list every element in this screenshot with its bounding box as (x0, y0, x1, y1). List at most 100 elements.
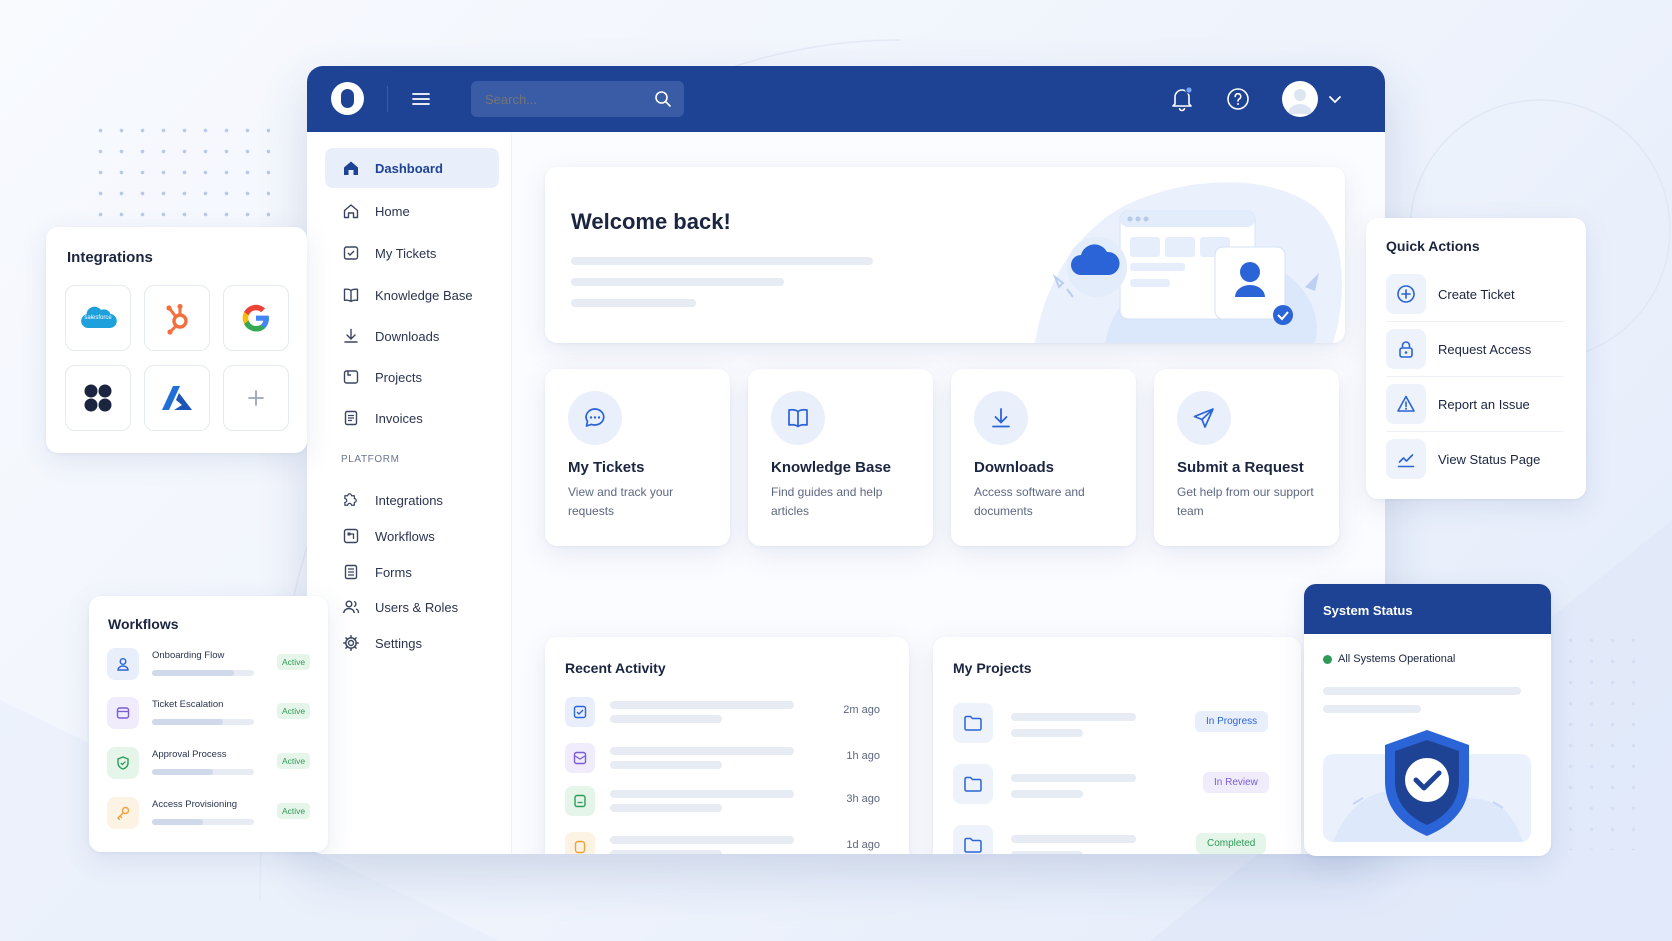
welcome-title: Welcome back! (571, 209, 731, 234)
ticket-icon (107, 697, 139, 729)
sidebar-item-settings[interactable]: Settings (325, 623, 499, 663)
user-avatar-icon[interactable] (1282, 81, 1318, 117)
workflow-row[interactable]: Ticket Escalation Active (107, 694, 312, 734)
search-input[interactable] (485, 81, 645, 117)
search-icon[interactable] (654, 90, 672, 108)
sidebar-item-my-tickets[interactable]: My Tickets (325, 233, 499, 273)
project-row[interactable]: In Progress (953, 701, 1278, 745)
system-status-card: System Status All Systems Operational (1304, 584, 1551, 856)
activity-time: 1d ago (846, 839, 880, 851)
feature-card-my-tickets[interactable]: My Tickets View and track your requests (545, 369, 730, 546)
salesforce-logo-text: salesforce (84, 315, 112, 321)
book-icon (771, 391, 825, 445)
placeholder-line (610, 761, 722, 769)
gear-icon (341, 633, 361, 653)
quick-action-label: Request Access (1438, 341, 1532, 357)
activity-row[interactable]: 1d ago (565, 828, 880, 854)
my-projects-card: My Projects In Progress In Review Comple… (933, 637, 1301, 854)
sidebar-item-label: Dashboard (375, 160, 443, 176)
sidebar-item-knowledge-base[interactable]: Knowledge Base (325, 275, 499, 315)
quick-action-view-status[interactable]: View Status Page (1386, 434, 1564, 484)
placeholder-line (610, 836, 794, 844)
sidebar-item-invoices[interactable]: Invoices (325, 398, 499, 438)
app-window: Dashboard Home My Tickets Knowledge Base… (307, 66, 1385, 854)
integration-tile-azure[interactable] (144, 365, 210, 431)
sidebar: Dashboard Home My Tickets Knowledge Base… (307, 132, 512, 854)
project-row[interactable]: In Review (953, 762, 1278, 806)
invoice-icon (341, 408, 361, 428)
form-icon (341, 562, 361, 582)
folder-icon (953, 703, 993, 743)
divider (1386, 431, 1564, 432)
workflow-progress (152, 719, 254, 725)
sidebar-item-users-roles[interactable]: Users & Roles (325, 587, 499, 627)
project-row[interactable]: Completed (953, 823, 1278, 854)
google-logo-icon (242, 304, 269, 332)
integration-tile-google[interactable] (223, 285, 289, 351)
status-badge: Active (277, 703, 311, 719)
workflow-row[interactable]: Approval Process Active (107, 744, 312, 784)
sidebar-item-projects[interactable]: Projects (325, 357, 499, 397)
chart-line-icon (1386, 439, 1426, 479)
quick-action-request-access[interactable]: Request Access (1386, 324, 1564, 374)
sidebar-item-forms[interactable]: Forms (325, 552, 499, 592)
folder-icon (341, 367, 361, 387)
users-icon (341, 597, 361, 617)
quick-actions-title: Quick Actions (1386, 238, 1480, 254)
activity-row[interactable]: 3h ago (565, 782, 880, 818)
top-bar (307, 66, 1385, 132)
search-box[interactable] (471, 81, 684, 117)
ticket-check-icon (565, 697, 595, 727)
workflow-name: Access Provisioning (152, 799, 238, 810)
sidebar-item-dashboard[interactable]: Dashboard (325, 148, 499, 188)
status-indicator-dot (1323, 655, 1332, 664)
sidebar-item-label: Home (375, 203, 410, 219)
quick-action-create-ticket[interactable]: Create Ticket (1386, 269, 1564, 319)
home-icon (341, 201, 361, 221)
feature-card-submit-request[interactable]: Submit a Request Get help from our suppo… (1154, 369, 1339, 546)
chevron-down-icon[interactable] (1327, 91, 1343, 107)
bell-icon[interactable] (1170, 86, 1194, 112)
document-icon (565, 786, 595, 816)
status-badge: Active (277, 753, 311, 769)
workflow-progress (152, 670, 254, 676)
placeholder-line (1323, 687, 1521, 695)
divider (1386, 376, 1564, 377)
feature-card-downloads[interactable]: Downloads Access software and documents (951, 369, 1136, 546)
sidebar-item-integrations[interactable]: Integrations (325, 480, 499, 520)
integration-tile-apps[interactable] (65, 365, 131, 431)
help-icon[interactable] (1226, 87, 1250, 111)
ring-logo-icon[interactable] (331, 82, 364, 115)
hamburger-icon[interactable] (411, 89, 431, 109)
integrations-title: Integrations (67, 249, 153, 266)
feature-card-knowledge-base[interactable]: Knowledge Base Find guides and help arti… (748, 369, 933, 546)
sidebar-item-workflows[interactable]: Workflows (325, 516, 499, 556)
status-badge: Completed (1196, 833, 1267, 854)
quick-action-label: Create Ticket (1438, 286, 1515, 302)
shield-check-icon (1323, 730, 1531, 842)
sidebar-item-home[interactable]: Home (325, 191, 499, 231)
activity-time: 3h ago (846, 793, 880, 805)
system-status-header: System Status (1304, 584, 1551, 634)
folder-icon (953, 764, 993, 804)
feature-title: My Tickets (568, 459, 645, 476)
system-status-text: All Systems Operational (1338, 653, 1456, 665)
activity-row[interactable]: 2m ago (565, 693, 880, 729)
integration-tile-add[interactable] (223, 365, 289, 431)
placeholder-line (1011, 851, 1083, 854)
workflow-row[interactable]: Onboarding Flow Active (107, 645, 312, 685)
placeholder-line (1011, 835, 1136, 843)
workflow-row[interactable]: Access Provisioning Active (107, 794, 312, 834)
activity-row[interactable]: 1h ago (565, 739, 880, 775)
user-icon (107, 648, 139, 680)
workflow-name: Onboarding Flow (152, 650, 225, 661)
integration-tile-salesforce[interactable]: salesforce (65, 285, 131, 351)
azure-logo-icon (162, 386, 192, 410)
feature-title: Knowledge Base (771, 459, 892, 476)
clipboard-icon (565, 832, 595, 854)
integration-tile-hubspot[interactable] (144, 285, 210, 351)
activity-time: 1h ago (846, 750, 880, 762)
sidebar-item-downloads[interactable]: Downloads (325, 316, 499, 356)
lock-icon (1386, 329, 1426, 369)
quick-action-report-issue[interactable]: Report an Issue (1386, 379, 1564, 429)
